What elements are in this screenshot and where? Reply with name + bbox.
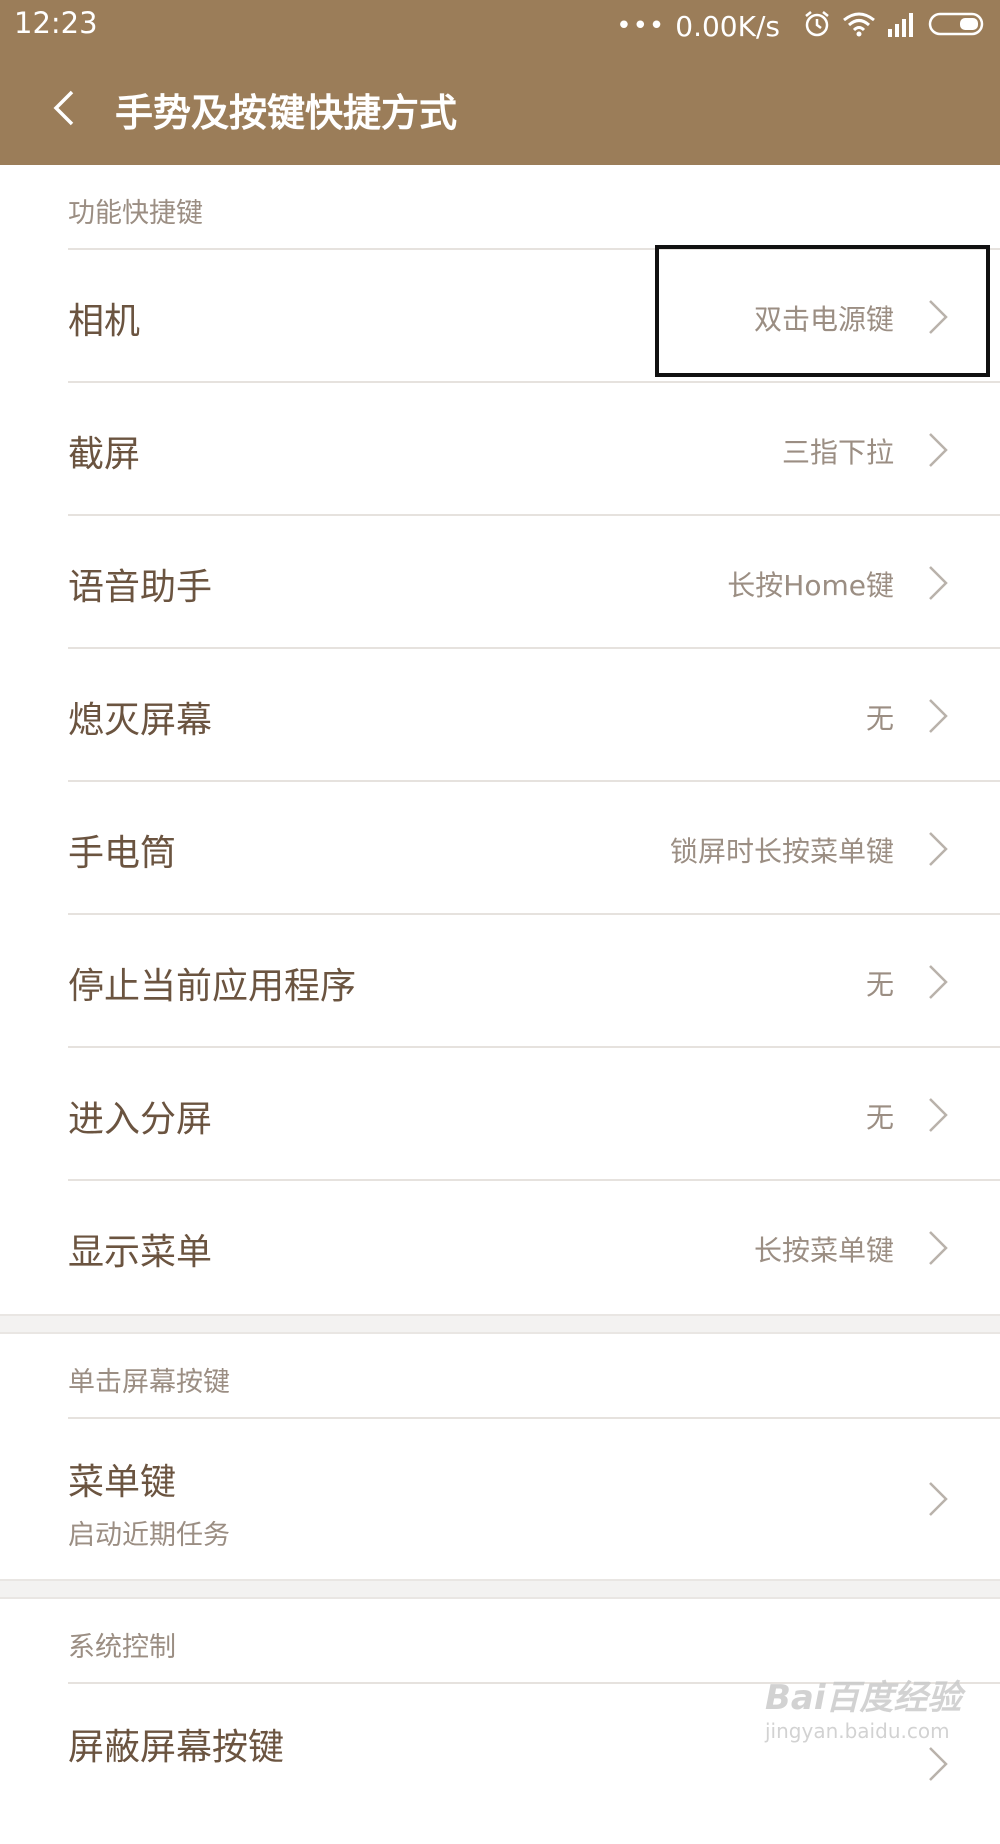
watermark-url: jingyan.baidu.com	[765, 1719, 950, 1743]
chevron-right-icon	[929, 965, 948, 999]
setting-subtitle: 启动近期任务	[68, 1520, 230, 1551]
section-gap	[0, 1314, 1000, 1334]
setting-title: 截屏	[68, 434, 141, 475]
setting-value: 无	[865, 702, 894, 735]
highlight-annotation-box	[655, 245, 990, 377]
setting-title: 相机	[68, 301, 141, 342]
wifi-icon	[842, 10, 876, 42]
setting-title: 停止当前应用程序	[68, 966, 357, 1007]
setting-value: 锁屏时长按菜单键	[669, 835, 894, 868]
chevron-right-icon	[929, 1747, 948, 1781]
setting-title: 熄灭屏幕	[68, 700, 213, 741]
page-title: 手势及按键快捷方式	[115, 91, 458, 135]
setting-row-screenshot[interactable]: 截屏 三指下拉	[0, 383, 1000, 516]
status-time: 12:23	[14, 6, 98, 40]
chevron-right-icon	[929, 832, 948, 866]
setting-title: 屏蔽屏幕按键	[68, 1727, 285, 1768]
chevron-right-icon	[929, 1231, 948, 1265]
signal-icon	[886, 11, 918, 41]
chevron-right-icon	[929, 433, 948, 467]
chevron-right-icon	[929, 566, 948, 600]
setting-row-flashlight[interactable]: 手电筒 锁屏时长按菜单键	[0, 782, 1000, 915]
settings-list: 功能快捷键 相机 双击电源键 截屏 三指下拉 语音助手 长按Home键 熄灭屏幕…	[0, 165, 1000, 1844]
setting-row-menu-key[interactable]: 菜单键 启动近期任务	[0, 1419, 1000, 1579]
setting-row-stop-app[interactable]: 停止当前应用程序 无	[0, 915, 1000, 1048]
section-label: 功能快捷键	[68, 198, 203, 229]
setting-value: 无	[865, 1101, 894, 1134]
setting-value: 长按菜单键	[753, 1234, 894, 1267]
battery-icon	[928, 11, 988, 41]
setting-value: 三指下拉	[781, 436, 894, 469]
setting-row-screen-off[interactable]: 熄灭屏幕 无	[0, 649, 1000, 782]
back-button[interactable]	[50, 78, 98, 138]
setting-title: 手电筒	[68, 833, 177, 874]
section-label: 单击屏幕按键	[68, 1367, 230, 1398]
more-dots: •••	[616, 11, 666, 41]
chevron-right-icon	[929, 1482, 948, 1516]
setting-row-voice-assistant[interactable]: 语音助手 长按Home键	[0, 516, 1000, 649]
status-bar: 12:23 ••• 0.00K/s	[0, 0, 1000, 52]
section-label: 系统控制	[68, 1632, 176, 1663]
status-icons: ••• 0.00K/s	[616, 8, 988, 44]
setting-title: 语音助手	[68, 567, 213, 608]
setting-title: 进入分屏	[68, 1099, 213, 1140]
setting-title: 菜单键	[68, 1462, 177, 1503]
baidu-watermark: Bai百度经验 jingyan.baidu.com	[765, 1670, 962, 1743]
chevron-left-icon	[53, 90, 74, 126]
section-gap	[0, 1579, 1000, 1599]
network-speed: 0.00K/s	[675, 9, 780, 43]
setting-row-split-screen[interactable]: 进入分屏 无	[0, 1048, 1000, 1181]
section-header-screen-buttons: 单击屏幕按键	[0, 1334, 1000, 1419]
alarm-icon	[802, 9, 832, 43]
chevron-right-icon	[929, 699, 948, 733]
app-bar: 手势及按键快捷方式	[0, 52, 1000, 165]
watermark-logo-text: Bai百度经验	[765, 1678, 962, 1718]
setting-value: 长按Home键	[727, 569, 894, 602]
setting-value: 无	[865, 968, 894, 1001]
setting-row-show-menu[interactable]: 显示菜单 长按菜单键	[0, 1181, 1000, 1314]
setting-title: 显示菜单	[68, 1232, 213, 1273]
chevron-right-icon	[929, 1098, 948, 1132]
section-header-shortcuts: 功能快捷键	[0, 165, 1000, 250]
